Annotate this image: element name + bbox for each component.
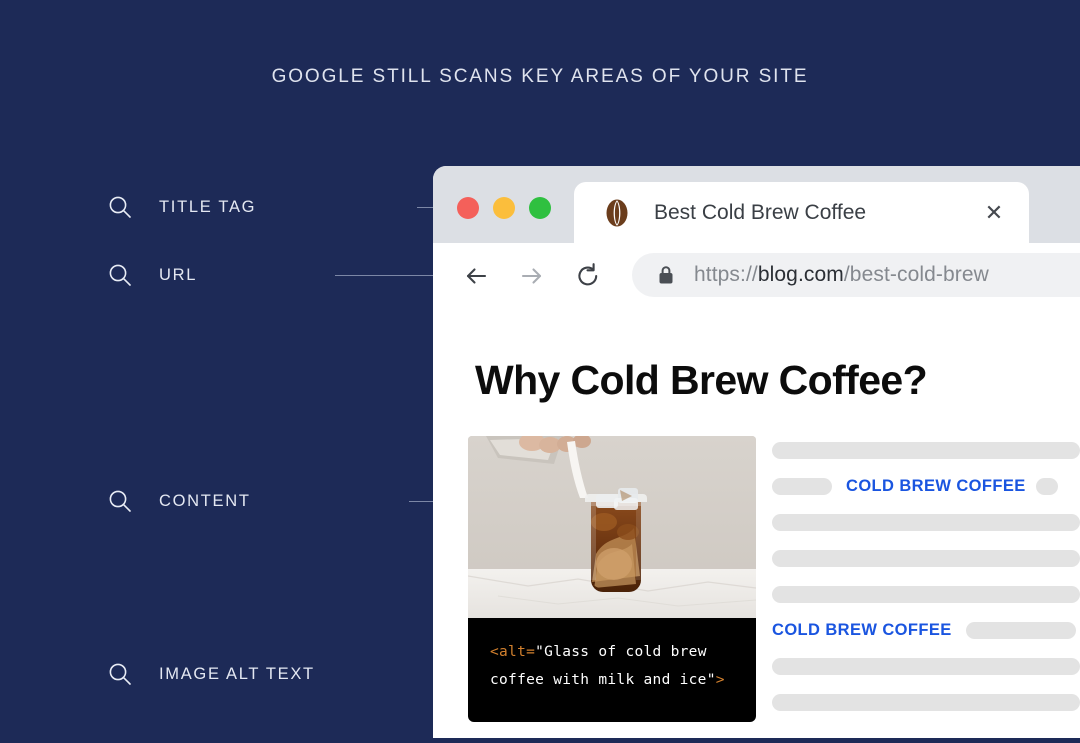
- browser-tab-bar: Best Cold Brew Coffee ✕: [433, 166, 1080, 243]
- page-title: GOOGLE STILL SCANS KEY AREAS OF YOUR SIT…: [271, 66, 809, 87]
- text-row: COLD BREW COFFEE: [772, 474, 1080, 498]
- article-heading: Why Cold Brew Coffee?: [475, 357, 928, 403]
- sidebar-item-title-tag[interactable]: TITLE TAG: [107, 192, 525, 222]
- window-controls: [457, 197, 551, 219]
- url-domain: blog.com: [757, 263, 844, 286]
- url-fade-overlay: [1048, 253, 1080, 297]
- search-icon: [107, 661, 133, 687]
- url-path: /best-cold-brew: [843, 263, 989, 286]
- address-bar-url: https://blog.com/best-cold-brew: [694, 263, 989, 287]
- placeholder-bar: [772, 513, 1080, 531]
- close-icon[interactable]: ✕: [981, 200, 1007, 226]
- sidebar-item-label: IMAGE ALT TEXT: [159, 664, 315, 683]
- text-row: [772, 654, 1080, 678]
- placeholder-bar: [772, 441, 1080, 459]
- alt-value-line-1: "Glass of cold brew: [535, 644, 707, 660]
- sidebar-item-image-alt-text[interactable]: IMAGE ALT TEXT: [107, 659, 525, 689]
- lock-icon: [658, 265, 674, 285]
- alt-attribute-tag: <alt=: [490, 644, 536, 660]
- text-row: [772, 510, 1080, 534]
- reload-icon[interactable]: [571, 259, 605, 293]
- image-alt-code-block: <alt="Glass of cold brew coffee with mil…: [468, 618, 756, 722]
- alt-code-line-2: coffee with milk and ice">: [490, 666, 738, 694]
- text-row: [772, 582, 1080, 606]
- placeholder-bar: [772, 693, 1080, 711]
- bottom-edge-strip: [0, 738, 1080, 743]
- text-row: [772, 690, 1080, 714]
- sidebar-item-label: TITLE TAG: [159, 197, 257, 216]
- placeholder-bar: [772, 477, 832, 495]
- text-row: [772, 438, 1080, 462]
- placeholder-bar: [772, 585, 1080, 603]
- browser-tab-title: Best Cold Brew Coffee: [654, 200, 867, 224]
- alt-value-line-2: coffee with milk and ice": [490, 672, 716, 688]
- close-window-button[interactable]: [457, 197, 479, 219]
- webpage-content: Why Cold Brew Coffee? <alt="Glass of col…: [433, 308, 1080, 738]
- alt-code-line-1: <alt="Glass of cold brew: [490, 638, 738, 666]
- address-bar[interactable]: https://blog.com/best-cold-brew: [632, 253, 1080, 297]
- alt-close-bracket: >: [715, 672, 725, 688]
- poster-canvas: GOOGLE STILL SCANS KEY AREAS OF YOUR SIT…: [0, 0, 1080, 743]
- sidebar-item-url[interactable]: URL: [107, 260, 525, 290]
- minimize-window-button[interactable]: [493, 197, 515, 219]
- placeholder-bar: [1035, 477, 1058, 495]
- arrow-left-icon[interactable]: [459, 259, 493, 293]
- sidebar-item-label: CONTENT: [159, 491, 251, 510]
- link-cold-brew-coffee[interactable]: COLD BREW COFFEE: [772, 621, 952, 640]
- search-icon: [107, 194, 133, 220]
- text-row: COLD BREW COFFEE: [772, 618, 1080, 642]
- placeholder-bar: [772, 549, 1080, 567]
- url-scheme: https://: [694, 263, 758, 286]
- browser-toolbar: https://blog.com/best-cold-brew: [433, 243, 1080, 308]
- seo-checklist: TITLE TAG URL CONTENT IMAGE ALT TEXT: [0, 160, 525, 743]
- placeholder-bar: [965, 621, 1076, 639]
- sidebar-item-content[interactable]: CONTENT: [107, 486, 525, 516]
- search-icon: [107, 262, 133, 288]
- article-image: [468, 436, 756, 618]
- browser-window: Best Cold Brew Coffee ✕ https://blog.com…: [433, 166, 1080, 738]
- placeholder-bar: [772, 657, 1080, 675]
- coffee-bean-icon: [604, 198, 630, 228]
- text-row: [772, 546, 1080, 570]
- article-text-column: COLD BREW COFFEE COLD BREW COFFEE: [772, 438, 1080, 726]
- link-cold-brew-coffee[interactable]: COLD BREW COFFEE: [846, 477, 1026, 496]
- browser-tab[interactable]: Best Cold Brew Coffee ✕: [574, 182, 1029, 243]
- search-icon: [107, 488, 133, 514]
- arrow-right-icon[interactable]: [515, 259, 549, 293]
- maximize-window-button[interactable]: [529, 197, 551, 219]
- sidebar-item-label: URL: [159, 265, 198, 284]
